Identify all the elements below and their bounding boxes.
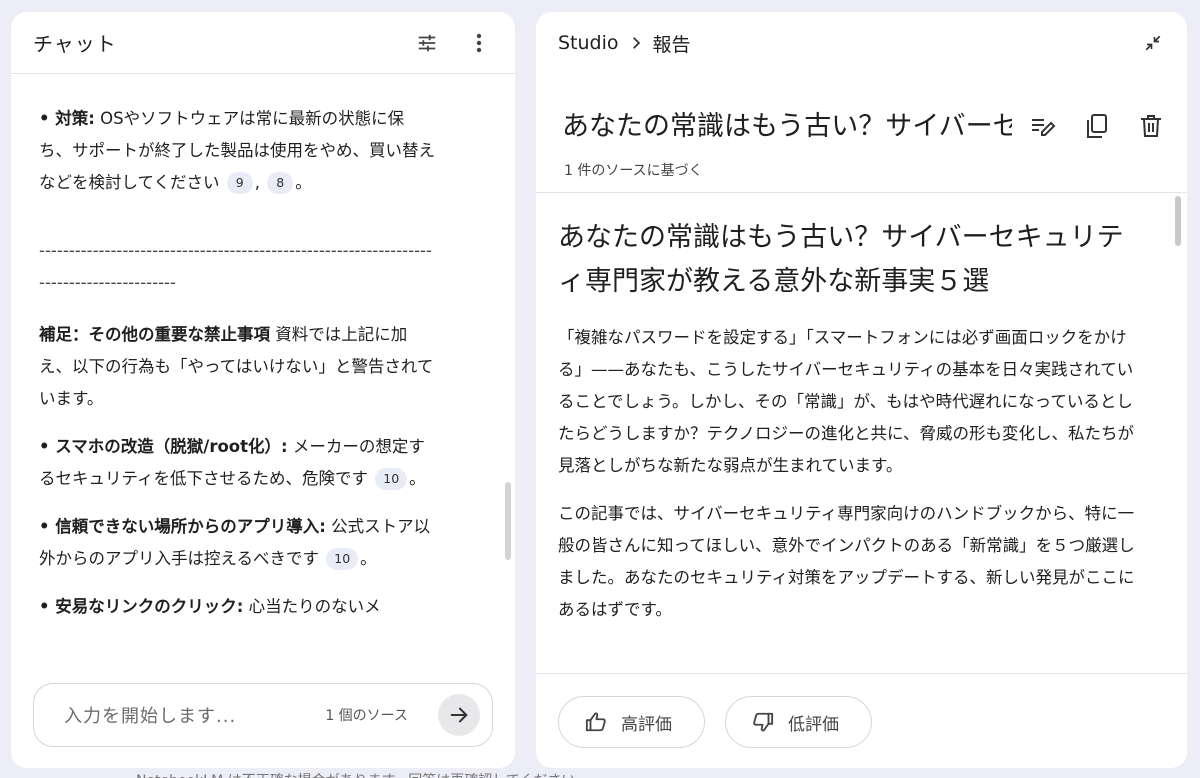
copy-icon[interactable]: [1081, 110, 1113, 142]
studio-panel: Studio 報告 あなたの常識はもう古い？サイバーセキュリティ専門家が教える意…: [536, 12, 1187, 768]
citation-chip[interactable]: 10: [326, 548, 359, 570]
citation-chip[interactable]: 10: [375, 468, 408, 490]
bold-label: • 対策:: [39, 109, 95, 128]
chat-paragraph-countermeasure: • 対策: OSやソフトウェアは常に最新の状態に保ち、サポートが終了した製品は使…: [39, 109, 435, 194]
note-paragraph: この記事では、サイバーセキュリティ専門家向けのハンドブックから、特に一般の皆さん…: [558, 504, 1135, 619]
chat-list-item: • 安易なリンクのクリック: 心当たりのないメ: [39, 591, 435, 623]
note-source-info: 1 件のソースに基づく: [564, 163, 703, 179]
studio-header: Studio 報告: [536, 12, 1187, 74]
like-label: 高評価: [621, 714, 672, 735]
tune-icon[interactable]: [413, 29, 441, 57]
bold-label: • スマホの改造（脱獄/root化）:: [39, 437, 288, 456]
arrow-right-icon: [450, 707, 468, 723]
chat-input[interactable]: 入力を開始します...: [64, 702, 325, 728]
chat-messages: • 対策: OSやソフトウェアは常に最新の状態に保ち、サポートが終了した製品は使…: [11, 75, 515, 679]
dislike-button[interactable]: 低評価: [725, 696, 872, 748]
note-actions: [1005, 110, 1167, 142]
chat-scrollbar[interactable]: [505, 482, 511, 560]
paragraph-end: 。: [295, 173, 312, 192]
citation-chip[interactable]: 8: [267, 172, 294, 194]
chat-paragraph-supplement: 補足：その他の重要な禁止事項 資料では上記に加え、以下の行為も「やってはいけない…: [39, 319, 435, 415]
citation-chip[interactable]: 9: [226, 172, 253, 194]
note-title: あなたの常識はもう古い？サイバーセキュリティ専門家が教える意外な新事実５選: [562, 111, 1012, 142]
thumb-down-icon: [753, 712, 774, 732]
note-scrollbar[interactable]: [1175, 196, 1181, 246]
collapse-icon[interactable]: [1141, 31, 1165, 55]
edit-note-icon[interactable]: [1027, 110, 1059, 142]
divider-line: ----------------------------------------…: [39, 241, 432, 292]
note-content: あなたの常識はもう古い？サイバーセキュリティ専門家が教える意外な新事実５選 「複…: [536, 194, 1187, 674]
chat-list-item: • スマホの改造（脱獄/root化）: メーカーの想定するセキュリティを低下させ…: [39, 431, 435, 495]
note-paragraph: 「複雑なパスワードを設定する」「スマートフォンには必ず画面ロックをかける」——あ…: [558, 328, 1135, 475]
chevron-right-icon: [629, 36, 643, 50]
send-button[interactable]: [438, 694, 480, 736]
bold-label: 補足：その他の重要な禁止事項: [39, 325, 270, 344]
thumb-up-icon: [585, 712, 606, 732]
source-count: 1 個のソース: [325, 708, 408, 724]
chat-list-item: • 信頼できない場所からのアプリ導入: 公式ストア以外からのアプリ入手は控えるべ…: [39, 511, 435, 575]
bold-label: • 信頼できない場所からのアプリ導入:: [39, 517, 326, 536]
breadcrumb-report: 報告: [652, 33, 691, 56]
feedback-bar: 高評価 低評価: [558, 696, 892, 748]
note-header: あなたの常識はもう古い？サイバーセキュリティ専門家が教える意外な新事実５選 1 …: [536, 74, 1187, 193]
breadcrumb-studio[interactable]: Studio: [558, 32, 619, 54]
chat-composer[interactable]: 入力を開始します... 1 個のソース: [33, 683, 493, 747]
bold-label: • 安易なリンクのクリック:: [39, 597, 244, 616]
chat-panel: チャット • 対策: OSやソフトウェアは常に最新の状態に保ち、サポートが終了し…: [11, 12, 515, 768]
delete-icon[interactable]: [1135, 110, 1167, 142]
like-button[interactable]: 高評価: [558, 696, 705, 748]
paragraph-text: 心当たりのないメ: [243, 597, 381, 616]
chat-title: チャット: [33, 32, 117, 56]
more-vert-icon[interactable]: [465, 29, 493, 57]
chat-header: チャット: [11, 12, 515, 74]
disclaimer-text: NotebookLM は不正確な場合があります。回答は再確認してください。: [136, 770, 589, 778]
note-heading: あなたの常識はもう古い？サイバーセキュリティ専門家が教える意外な新事実５選: [558, 222, 1124, 297]
dislike-label: 低評価: [788, 714, 839, 735]
paragraph-end: 。: [409, 469, 426, 488]
paragraph-end: 。: [360, 549, 377, 568]
